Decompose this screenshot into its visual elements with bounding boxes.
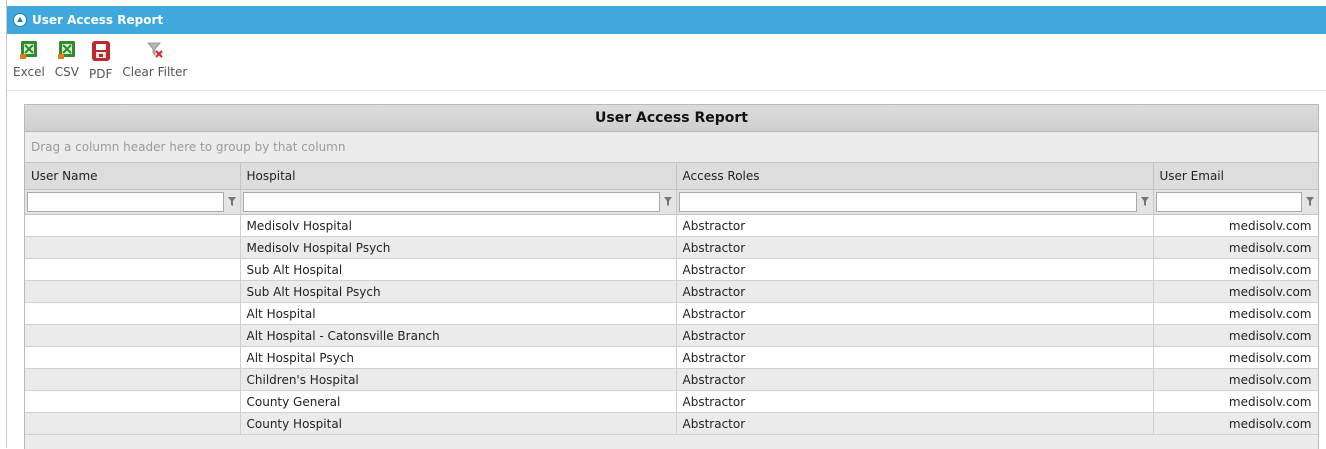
filter-cell-user-name	[25, 189, 241, 215]
filter-row	[25, 189, 1318, 215]
user-email-cell: medisolv.com	[1153, 258, 1318, 281]
user-name-cell	[25, 258, 241, 281]
panel-title: User Access Report	[32, 13, 164, 27]
access-role-cell: Abstractor	[676, 280, 1154, 303]
csv-export-button[interactable]: CSV	[55, 36, 79, 90]
hospital-cell: County General	[240, 390, 677, 413]
user-email-cell: medisolv.com	[1153, 324, 1318, 347]
user-email-filter-input[interactable]	[1155, 192, 1302, 212]
filter-cell-user-email	[1153, 189, 1318, 215]
user-name-filter-input[interactable]	[27, 192, 224, 212]
user-email-cell: medisolv.com	[1153, 236, 1318, 259]
hospital-cell: County Hospital	[240, 412, 677, 435]
report-table: User Name Hospital Access Roles User Ema…	[25, 163, 1318, 435]
excel-export-button[interactable]: Excel	[13, 36, 45, 90]
csv-icon	[57, 40, 77, 63]
user-email-cell: medisolv.com	[1153, 412, 1318, 435]
hospital-cell: Medisolv Hospital Psych	[240, 236, 677, 259]
csv-label: CSV	[54, 65, 80, 79]
access-roles-filter-input[interactable]	[678, 192, 1137, 212]
column-header-user-name[interactable]: User Name	[25, 163, 241, 190]
pdf-label: PDF	[89, 67, 113, 81]
table-row[interactable]: Alt Hospital - Catonsville Branch Abstrac…	[25, 324, 1318, 347]
access-role-cell: Abstractor	[676, 302, 1154, 325]
column-header-access-roles[interactable]: Access Roles	[676, 163, 1154, 190]
user-name-cell	[25, 280, 241, 303]
hospital-cell: Alt Hospital Psych	[240, 346, 677, 369]
table-row[interactable]: County Hospital Abstractor medisolv.com	[25, 412, 1318, 435]
access-role-cell: Abstractor	[676, 412, 1154, 435]
filter-icon[interactable]	[1139, 197, 1151, 207]
access-role-cell: Abstractor	[676, 390, 1154, 413]
grid-title: User Access Report	[25, 105, 1318, 132]
table-row[interactable]: Alt Hospital Psych Abstractor medisolv.com	[25, 346, 1318, 369]
access-role-cell: Abstractor	[676, 324, 1154, 347]
table-row[interactable]: Sub Alt Hospital Psych Abstractor medisolv…	[25, 280, 1318, 303]
access-role-cell: Abstractor	[676, 214, 1154, 237]
hospital-cell: Alt Hospital - Catonsville Branch	[240, 324, 677, 347]
access-role-cell: Abstractor	[676, 258, 1154, 281]
excel-icon	[19, 40, 39, 63]
user-name-cell	[25, 390, 241, 413]
table-row[interactable]: Sub Alt Hospital Abstractor medisolv.com	[25, 258, 1318, 281]
user-email-cell: medisolv.com	[1153, 214, 1318, 237]
user-name-cell	[25, 236, 241, 259]
hospital-filter-input[interactable]	[242, 192, 660, 212]
report-grid: User Access Report Drag a column header …	[24, 104, 1319, 449]
user-name-cell	[25, 302, 241, 325]
filter-cell-access-roles	[676, 189, 1154, 215]
user-name-cell	[25, 368, 241, 391]
user-name-cell	[25, 346, 241, 369]
pdf-export-button[interactable]: PDF	[89, 36, 112, 90]
filter-cell-hospital	[240, 189, 677, 215]
table-row[interactable]: Children's Hospital Abstractor medisolv.co…	[25, 368, 1318, 391]
clear-filter-label: Clear Filter	[122, 65, 188, 79]
user-name-cell	[25, 412, 241, 435]
user-name-cell	[25, 214, 241, 237]
user-name-cell	[25, 324, 241, 347]
grid-body: Medisolv Hospital Abstractor medisolv.com M…	[25, 214, 1318, 435]
panel-titlebar: User Access Report	[7, 6, 1326, 34]
access-role-cell: Abstractor	[676, 236, 1154, 259]
clear-filter-button[interactable]: Clear Filter	[122, 36, 187, 90]
hospital-cell: Sub Alt Hospital Psych	[240, 280, 677, 303]
pdf-icon	[90, 40, 112, 65]
header-row: User Name Hospital Access Roles User Ema…	[25, 163, 1318, 190]
table-row[interactable]: County General Abstractor medisolv.com	[25, 390, 1318, 413]
table-row[interactable]: Alt Hospital Abstractor medisolv.com	[25, 302, 1318, 325]
hospital-cell: Alt Hospital	[240, 302, 677, 325]
group-by-panel[interactable]: Drag a column header here to group by th…	[25, 132, 1318, 163]
hospital-cell: Sub Alt Hospital	[240, 258, 677, 281]
access-role-cell: Abstractor	[676, 346, 1154, 369]
filter-icon[interactable]	[1304, 197, 1316, 207]
user-email-cell: medisolv.com	[1153, 280, 1318, 303]
hospital-cell: Medisolv Hospital	[240, 214, 677, 237]
excel-label: Excel	[13, 65, 45, 79]
table-row[interactable]: Medisolv Hospital Psych Abstractor medisol…	[25, 236, 1318, 259]
user-email-cell: medisolv.com	[1153, 346, 1318, 369]
access-role-cell: Abstractor	[676, 368, 1154, 391]
clear-filter-icon	[145, 40, 165, 63]
hospital-cell: Children's Hospital	[240, 368, 677, 391]
column-header-hospital[interactable]: Hospital	[240, 163, 677, 190]
user-email-cell: medisolv.com	[1153, 390, 1318, 413]
user-email-cell: medisolv.com	[1153, 368, 1318, 391]
table-row[interactable]: Medisolv Hospital Abstractor medisolv.com	[25, 214, 1318, 237]
report-panel: User Access Report Excel CSV PDF Clear F…	[6, 0, 1326, 449]
column-header-user-email[interactable]: User Email	[1153, 163, 1318, 190]
export-toolbar: Excel CSV PDF Clear Filter	[7, 36, 1326, 91]
filter-icon[interactable]	[662, 197, 674, 207]
user-email-cell: medisolv.com	[1153, 302, 1318, 325]
filter-icon[interactable]	[226, 197, 238, 207]
collapse-icon[interactable]	[13, 13, 27, 27]
